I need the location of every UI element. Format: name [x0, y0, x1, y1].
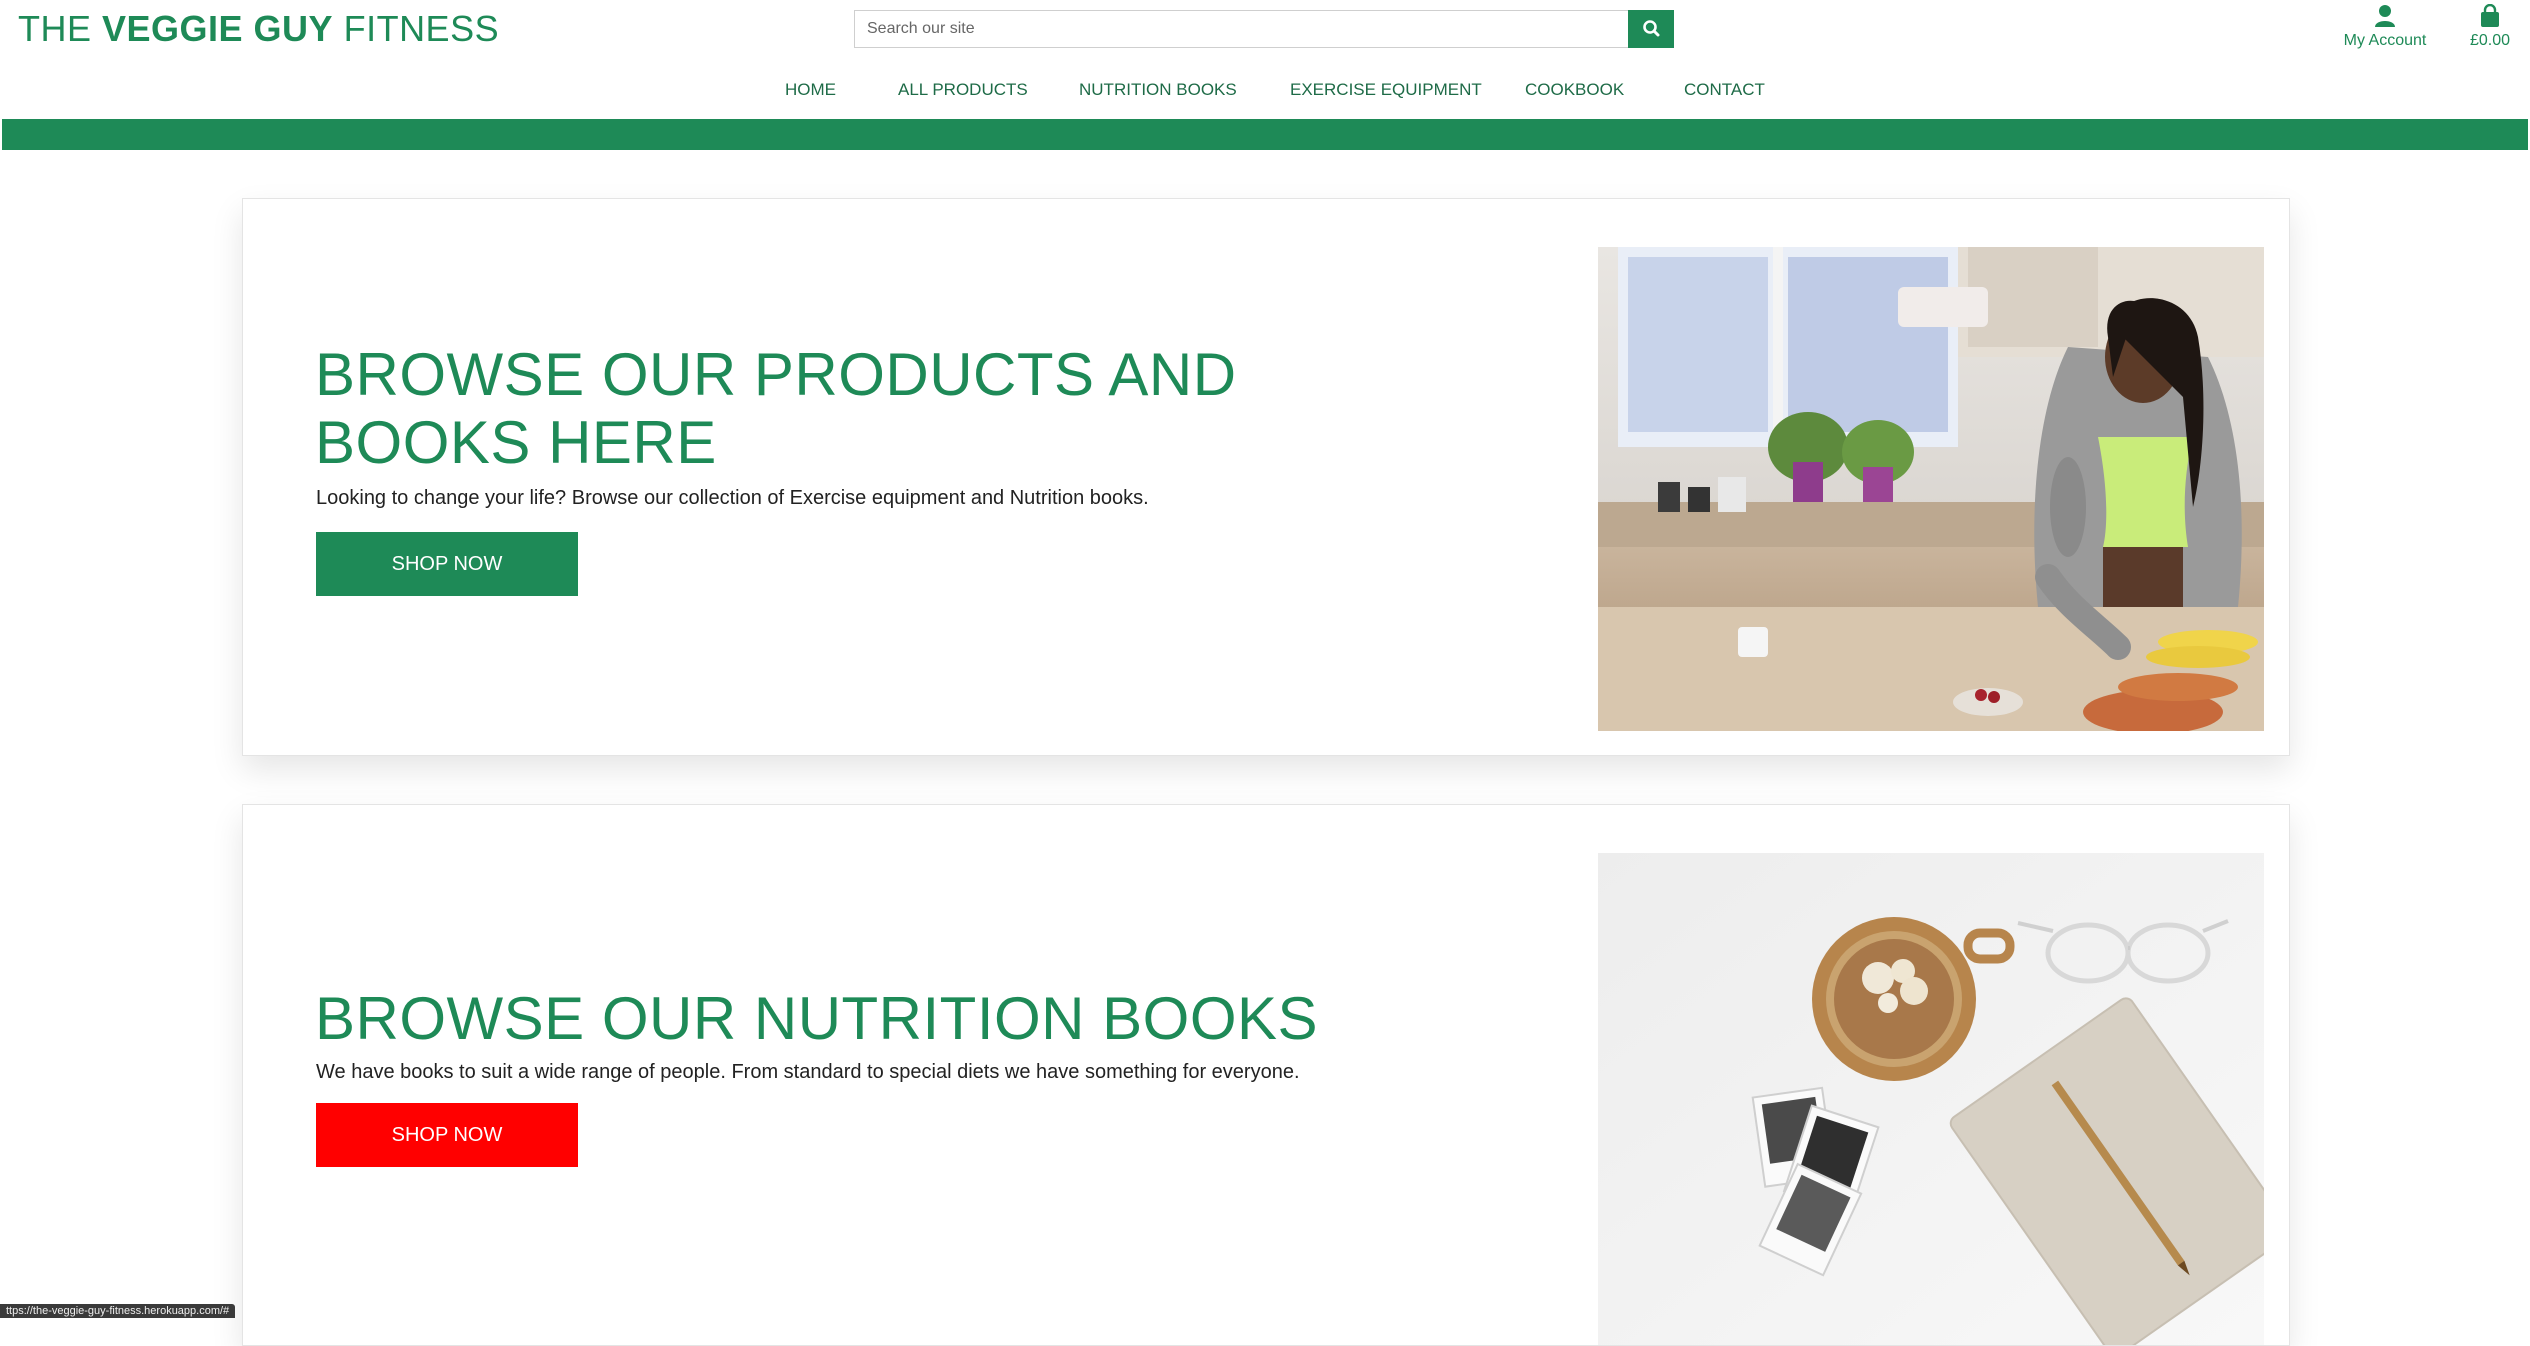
- products-promo-card: BROWSE OUR PRODUCTS AND BOOKS HERE Looki…: [242, 198, 2290, 756]
- nav-exercise-equipment[interactable]: EXERCISE EQUIPMENT: [1290, 80, 1482, 100]
- search-button[interactable]: [1628, 10, 1674, 48]
- smoothie-bowl-notebook-image: [1598, 853, 2264, 1345]
- site-logo[interactable]: THE VEGGIE GUY FITNESS: [18, 8, 499, 50]
- section-title: BROWSE OUR NUTRITION BOOKS: [315, 985, 1319, 1052]
- search-icon: [1643, 20, 1660, 37]
- section-title: BROWSE OUR PRODUCTS AND BOOKS HERE: [315, 341, 1237, 476]
- nutrition-books-promo-card: BROWSE OUR NUTRITION BOOKS We have books…: [242, 804, 2290, 1346]
- nav-contact[interactable]: CONTACT: [1684, 80, 1765, 100]
- site-header: THE VEGGIE GUY FITNESS My Account £0.00 …: [0, 0, 2530, 150]
- section-text: We have books to suit a wide range of pe…: [316, 1061, 1300, 1083]
- status-bar-url: ttps://the-veggie-guy-fitness.herokuapp.…: [0, 1304, 236, 1318]
- nav-cookbook[interactable]: COOKBOOK: [1525, 80, 1624, 100]
- shop-now-books-button[interactable]: SHOP NOW: [316, 1103, 578, 1167]
- main-nav: HOME ALL PRODUCTS NUTRITION BOOKS EXERCI…: [0, 80, 2530, 104]
- cart-link[interactable]: £0.00: [2460, 4, 2520, 50]
- nav-home[interactable]: HOME: [785, 80, 836, 100]
- breakfast-flatlay-photo: [1598, 853, 2264, 1345]
- cart-total: £0.00: [2469, 32, 2511, 49]
- woman-cooking-image: [1598, 247, 2264, 731]
- kitchen-photo: [1598, 247, 2264, 731]
- logo-suffix: FITNESS: [333, 8, 500, 49]
- shop-now-products-button[interactable]: SHOP NOW: [316, 532, 578, 596]
- nav-nutrition-books[interactable]: NUTRITION BOOKS: [1079, 80, 1237, 100]
- my-account-link[interactable]: My Account: [2330, 4, 2440, 50]
- nav-all-products[interactable]: ALL PRODUCTS: [898, 80, 1028, 100]
- logo-prefix: THE: [18, 8, 103, 49]
- user-icon: [2375, 5, 2395, 27]
- logo-bold: VEGGIE GUY: [102, 8, 334, 49]
- promo-banner-bar: [2, 119, 2528, 150]
- section-text: Looking to change your life? Browse our …: [316, 487, 1149, 509]
- search-input[interactable]: [854, 10, 1628, 48]
- search-form: [854, 10, 1674, 48]
- my-account-label: My Account: [2343, 32, 2427, 49]
- shopping-bag-icon: [2481, 4, 2499, 27]
